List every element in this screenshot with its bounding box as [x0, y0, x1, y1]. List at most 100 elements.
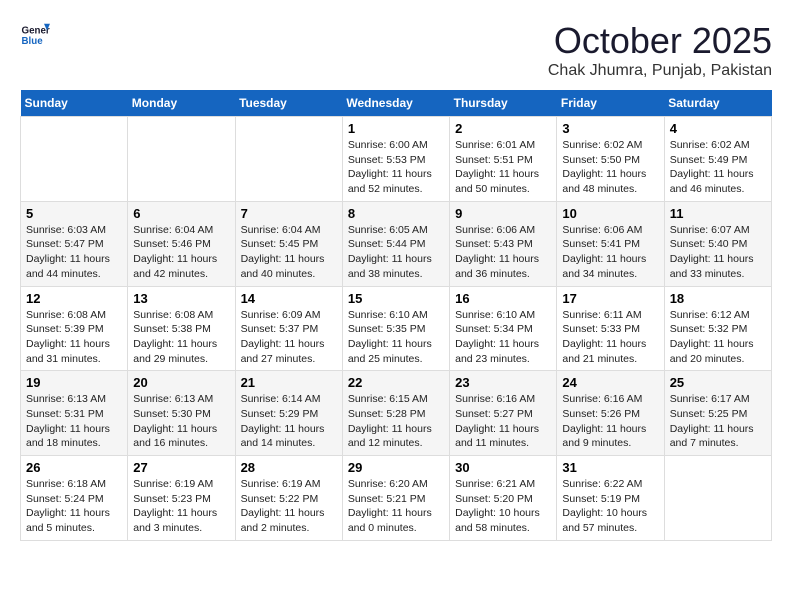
cell-info: Sunrise: 6:10 AM Sunset: 5:34 PM Dayligh… [455, 308, 551, 367]
day-number: 9 [455, 206, 551, 221]
cell-info: Sunrise: 6:22 AM Sunset: 5:19 PM Dayligh… [562, 477, 658, 536]
day-number: 12 [26, 291, 122, 306]
calendar-cell: 24 Sunrise: 6:16 AM Sunset: 5:26 PM Dayli… [557, 371, 664, 456]
calendar-cell: 16 Sunrise: 6:10 AM Sunset: 5:34 PM Dayli… [450, 286, 557, 371]
cell-info: Sunrise: 6:05 AM Sunset: 5:44 PM Dayligh… [348, 223, 444, 282]
calendar-cell [21, 117, 128, 202]
day-number: 10 [562, 206, 658, 221]
calendar-week-row: 19 Sunrise: 6:13 AM Sunset: 5:31 PM Dayli… [21, 371, 772, 456]
cell-info: Sunrise: 6:19 AM Sunset: 5:23 PM Dayligh… [133, 477, 229, 536]
header: General Blue October 2025 Chak Jhumra, P… [20, 20, 772, 80]
cell-info: Sunrise: 6:16 AM Sunset: 5:27 PM Dayligh… [455, 392, 551, 451]
logo-icon: General Blue [20, 20, 50, 50]
cell-info: Sunrise: 6:21 AM Sunset: 5:20 PM Dayligh… [455, 477, 551, 536]
calendar-cell: 25Sunrise: 6:17 AM Sunset: 5:25 PM Dayli… [664, 371, 771, 456]
cell-info: Sunrise: 6:15 AM Sunset: 5:28 PM Dayligh… [348, 392, 444, 451]
calendar-table: SundayMondayTuesdayWednesdayThursdayFrid… [20, 90, 772, 541]
cell-info: Sunrise: 6:06 AM Sunset: 5:43 PM Dayligh… [455, 223, 551, 282]
day-number: 2 [455, 121, 551, 136]
day-number: 31 [562, 460, 658, 475]
calendar-cell: 20Sunrise: 6:13 AM Sunset: 5:30 PM Dayli… [128, 371, 235, 456]
calendar-cell: 23 Sunrise: 6:16 AM Sunset: 5:27 PM Dayli… [450, 371, 557, 456]
location-title: Chak Jhumra, Punjab, Pakistan [548, 62, 772, 80]
cell-info: Sunrise: 6:01 AM Sunset: 5:51 PM Dayligh… [455, 138, 551, 197]
calendar-cell: 27Sunrise: 6:19 AM Sunset: 5:23 PM Dayli… [128, 456, 235, 541]
calendar-week-row: 12 Sunrise: 6:08 AM Sunset: 5:39 PM Dayli… [21, 286, 772, 371]
calendar-cell: 15 Sunrise: 6:10 AM Sunset: 5:35 PM Dayli… [342, 286, 449, 371]
cell-info: Sunrise: 6:04 AM Sunset: 5:45 PM Dayligh… [241, 223, 337, 282]
day-number: 3 [562, 121, 658, 136]
day-number: 7 [241, 206, 337, 221]
day-number: 13 [133, 291, 229, 306]
cell-info: Sunrise: 6:08 AM Sunset: 5:39 PM Dayligh… [26, 308, 122, 367]
calendar-cell: 1 Sunrise: 6:00 AM Sunset: 5:53 PM Daylig… [342, 117, 449, 202]
cell-info: Sunrise: 6:13 AM Sunset: 5:31 PM Dayligh… [26, 392, 122, 451]
day-number: 11 [670, 206, 766, 221]
calendar-cell: 18Sunrise: 6:12 AM Sunset: 5:32 PM Dayli… [664, 286, 771, 371]
calendar-cell: 22 Sunrise: 6:15 AM Sunset: 5:28 PM Dayli… [342, 371, 449, 456]
calendar-week-row: 1 Sunrise: 6:00 AM Sunset: 5:53 PM Daylig… [21, 117, 772, 202]
cell-info: Sunrise: 6:19 AM Sunset: 5:22 PM Dayligh… [241, 477, 337, 536]
cell-info: Sunrise: 6:07 AM Sunset: 5:40 PM Dayligh… [670, 223, 766, 282]
day-number: 30 [455, 460, 551, 475]
weekday-header-friday: Friday [557, 90, 664, 117]
calendar-cell: 11 Sunrise: 6:07 AM Sunset: 5:40 PM Dayli… [664, 201, 771, 286]
calendar-cell: 13 Sunrise: 6:08 AM Sunset: 5:38 PM Dayli… [128, 286, 235, 371]
calendar-cell: 17Sunrise: 6:11 AM Sunset: 5:33 PM Dayli… [557, 286, 664, 371]
calendar-cell: 28 Sunrise: 6:19 AM Sunset: 5:22 PM Dayli… [235, 456, 342, 541]
weekday-header-tuesday: Tuesday [235, 90, 342, 117]
calendar-cell: 26Sunrise: 6:18 AM Sunset: 5:24 PM Dayli… [21, 456, 128, 541]
day-number: 19 [26, 375, 122, 390]
calendar-cell: 31 Sunrise: 6:22 AM Sunset: 5:19 PM Dayli… [557, 456, 664, 541]
weekday-header-monday: Monday [128, 90, 235, 117]
weekday-header-wednesday: Wednesday [342, 90, 449, 117]
cell-info: Sunrise: 6:08 AM Sunset: 5:38 PM Dayligh… [133, 308, 229, 367]
calendar-cell: 2 Sunrise: 6:01 AM Sunset: 5:51 PM Daylig… [450, 117, 557, 202]
cell-info: Sunrise: 6:02 AM Sunset: 5:49 PM Dayligh… [670, 138, 766, 197]
cell-info: Sunrise: 6:16 AM Sunset: 5:26 PM Dayligh… [562, 392, 658, 451]
day-number: 4 [670, 121, 766, 136]
calendar-cell: 6Sunrise: 6:04 AM Sunset: 5:46 PM Daylig… [128, 201, 235, 286]
calendar-cell: 10 Sunrise: 6:06 AM Sunset: 5:41 PM Dayli… [557, 201, 664, 286]
calendar-cell: 9 Sunrise: 6:06 AM Sunset: 5:43 PM Daylig… [450, 201, 557, 286]
day-number: 23 [455, 375, 551, 390]
day-number: 29 [348, 460, 444, 475]
cell-info: Sunrise: 6:09 AM Sunset: 5:37 PM Dayligh… [241, 308, 337, 367]
cell-info: Sunrise: 6:00 AM Sunset: 5:53 PM Dayligh… [348, 138, 444, 197]
day-number: 15 [348, 291, 444, 306]
calendar-cell: 3 Sunrise: 6:02 AM Sunset: 5:50 PM Daylig… [557, 117, 664, 202]
cell-info: Sunrise: 6:13 AM Sunset: 5:30 PM Dayligh… [133, 392, 229, 451]
day-number: 28 [241, 460, 337, 475]
weekday-header-saturday: Saturday [664, 90, 771, 117]
calendar-cell: 30 Sunrise: 6:21 AM Sunset: 5:20 PM Dayli… [450, 456, 557, 541]
cell-info: Sunrise: 6:03 AM Sunset: 5:47 PM Dayligh… [26, 223, 122, 282]
weekday-header-thursday: Thursday [450, 90, 557, 117]
calendar-cell [664, 456, 771, 541]
day-number: 21 [241, 375, 337, 390]
cell-info: Sunrise: 6:17 AM Sunset: 5:25 PM Dayligh… [670, 392, 766, 451]
day-number: 22 [348, 375, 444, 390]
cell-info: Sunrise: 6:06 AM Sunset: 5:41 PM Dayligh… [562, 223, 658, 282]
logo: General Blue [20, 20, 50, 50]
day-number: 5 [26, 206, 122, 221]
calendar-cell: 4 Sunrise: 6:02 AM Sunset: 5:49 PM Daylig… [664, 117, 771, 202]
weekday-header-row: SundayMondayTuesdayWednesdayThursdayFrid… [21, 90, 772, 117]
calendar-cell: 12 Sunrise: 6:08 AM Sunset: 5:39 PM Dayli… [21, 286, 128, 371]
cell-info: Sunrise: 6:14 AM Sunset: 5:29 PM Dayligh… [241, 392, 337, 451]
day-number: 26 [26, 460, 122, 475]
day-number: 18 [670, 291, 766, 306]
day-number: 17 [562, 291, 658, 306]
cell-info: Sunrise: 6:10 AM Sunset: 5:35 PM Dayligh… [348, 308, 444, 367]
day-number: 16 [455, 291, 551, 306]
month-title: October 2025 [548, 20, 772, 62]
cell-info: Sunrise: 6:04 AM Sunset: 5:46 PM Dayligh… [133, 223, 229, 282]
cell-info: Sunrise: 6:02 AM Sunset: 5:50 PM Dayligh… [562, 138, 658, 197]
day-number: 14 [241, 291, 337, 306]
weekday-header-sunday: Sunday [21, 90, 128, 117]
calendar-cell: 19 Sunrise: 6:13 AM Sunset: 5:31 PM Dayli… [21, 371, 128, 456]
calendar-cell: 7 Sunrise: 6:04 AM Sunset: 5:45 PM Daylig… [235, 201, 342, 286]
title-section: October 2025 Chak Jhumra, Punjab, Pakist… [548, 20, 772, 80]
day-number: 1 [348, 121, 444, 136]
cell-info: Sunrise: 6:20 AM Sunset: 5:21 PM Dayligh… [348, 477, 444, 536]
day-number: 24 [562, 375, 658, 390]
